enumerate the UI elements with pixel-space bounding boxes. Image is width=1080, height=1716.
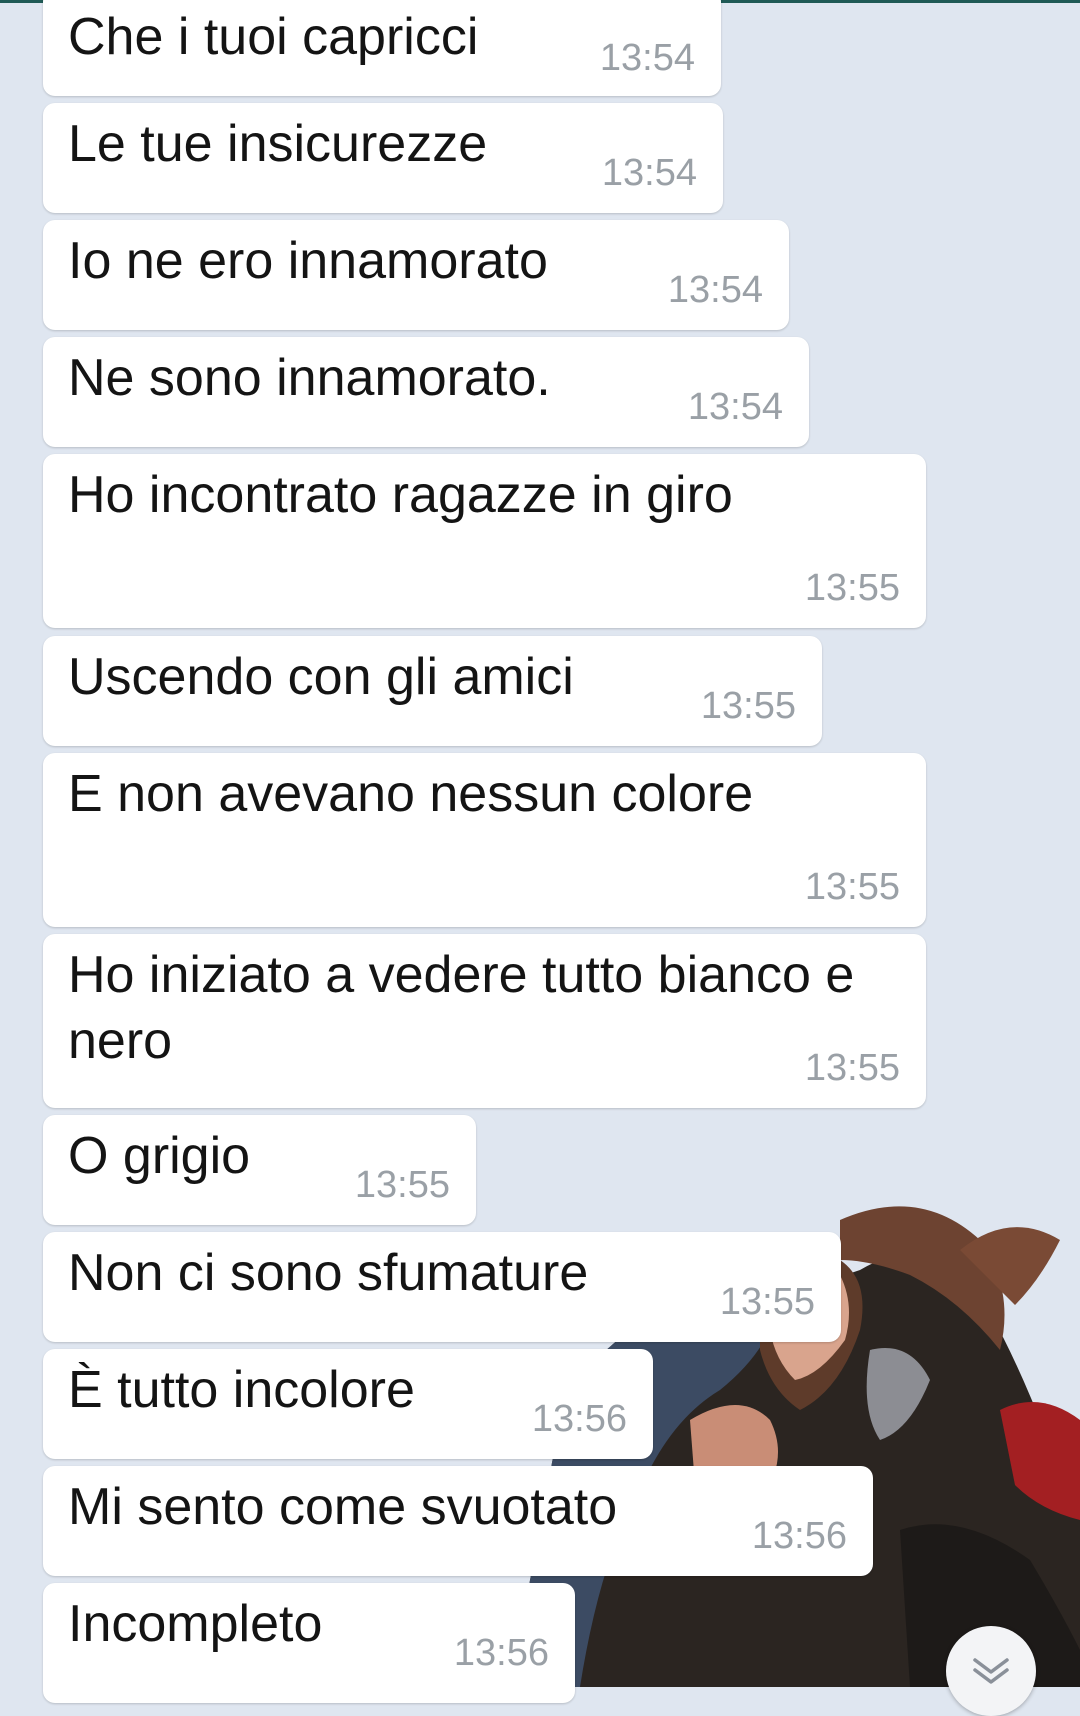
message-text: E non avevano nessun colore (68, 765, 754, 823)
message-time: 13:56 (453, 1632, 549, 1674)
message-bubble[interactable]: Ho iniziato a vedere tutto bianco e nero… (43, 934, 926, 1108)
message-time: 13:54 (601, 152, 697, 194)
message-time: 13:54 (599, 37, 695, 79)
message-bubble[interactable]: Ne sono innamorato. 13:54 (43, 337, 809, 447)
message-bubble[interactable]: Mi sento come svuotato 13:56 (43, 1466, 873, 1576)
scroll-to-bottom-button[interactable] (946, 1626, 1036, 1716)
message-bubble[interactable]: Incompleto 13:56 (43, 1583, 575, 1703)
message-text: Mi sento come svuotato (68, 1478, 618, 1536)
chat-message-list: Che i tuoi capricci 13:54 Che i tuoi cap… (0, 0, 1080, 1703)
message-text: Ho iniziato a vedere tutto bianco e nero (68, 946, 855, 1070)
message-text: Uscendo con gli amici (68, 648, 574, 706)
message-text: Ne sono innamorato. (68, 349, 551, 407)
message-bubble[interactable]: Uscendo con gli amici 13:55 (43, 636, 822, 746)
message-time: 13:54 (667, 269, 763, 311)
message-time: 13:55 (719, 1281, 815, 1323)
message-bubble[interactable]: Non ci sono sfumature 13:55 (43, 1232, 841, 1342)
message-time: 13:55 (700, 685, 796, 727)
message-text: Io ne ero innamorato (68, 232, 548, 290)
message-time: 13:55 (804, 1047, 900, 1089)
message-bubble[interactable]: E non avevano nessun colore 13:55 (43, 753, 926, 927)
message-time: 13:56 (751, 1515, 847, 1557)
message-bubble[interactable]: Io ne ero innamorato 13:54 (43, 220, 789, 330)
message-text: Ho incontrato ragazze in giro (68, 466, 733, 524)
message-bubble[interactable]: Che i tuoi capricci 13:54 (43, 0, 721, 96)
message-bubble[interactable]: È tutto incolore 13:56 (43, 1349, 653, 1459)
message-time: 13:56 (531, 1398, 627, 1440)
message-time: 13:54 (687, 386, 783, 428)
message-time: 13:55 (804, 866, 900, 908)
message-bubble[interactable]: O grigio 13:55 (43, 1115, 476, 1225)
message-text: Non ci sono sfumature (68, 1244, 589, 1302)
message-bubble[interactable]: Ho incontrato ragazze in giro 13:55 (43, 454, 926, 628)
message-time: 13:55 (804, 567, 900, 609)
message-time: 13:55 (354, 1164, 450, 1206)
double-chevron-down-icon (973, 1658, 1009, 1684)
message-bubble[interactable]: Che i tuoi capricci Le tue insicurezze 1… (43, 103, 723, 213)
